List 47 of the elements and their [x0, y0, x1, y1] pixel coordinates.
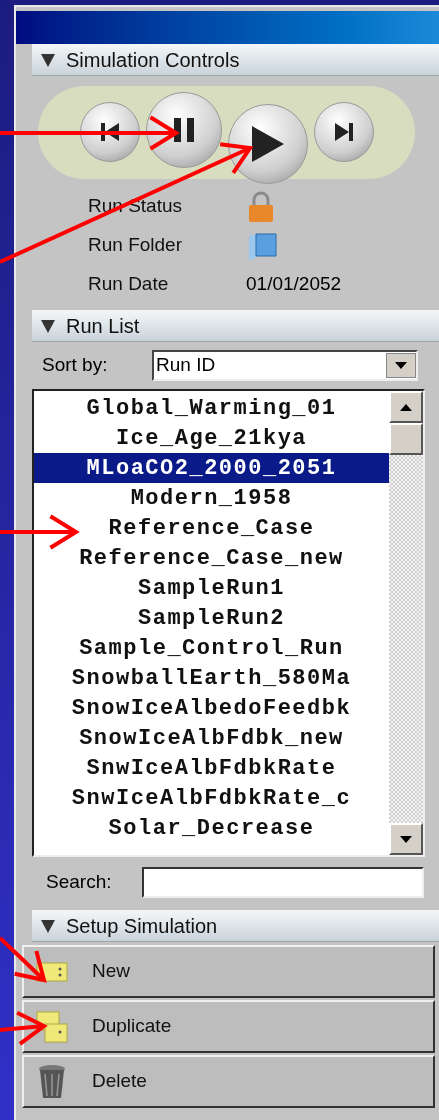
section-header[interactable]: Setup Simulation	[32, 910, 439, 942]
run-list-item[interactable]: SnowballEarth_580Ma	[34, 663, 389, 693]
search-field[interactable]	[142, 867, 424, 898]
padlock-icon	[246, 190, 276, 223]
scroll-thumb[interactable]	[389, 423, 423, 455]
field-label: Run Folder	[88, 233, 183, 258]
sort-dropdown[interactable]: Run ID	[152, 350, 418, 381]
section-title: Run List	[66, 313, 140, 339]
run-list-item[interactable]: Sample_Control_Run	[34, 633, 389, 663]
scroll-up-button[interactable]	[389, 391, 423, 423]
section-title: Setup Simulation	[66, 913, 218, 939]
run-list-item[interactable]: Ice_Age_21kya	[34, 423, 389, 453]
scrollbar[interactable]	[389, 391, 423, 855]
sort-label: Sort by:	[42, 353, 109, 378]
search-label: Search:	[46, 870, 113, 895]
run-list-item[interactable]: SampleRun2	[34, 603, 389, 633]
section-header[interactable]: Simulation Controls	[32, 44, 439, 76]
skip-forward-icon	[332, 121, 355, 143]
section-header[interactable]: Run List	[32, 310, 439, 342]
run-list-item[interactable]: SnowIceAlbedoFeedbk	[34, 693, 389, 723]
run-list-item[interactable]: Reference_Case	[34, 513, 389, 543]
setup-button[interactable]: New	[22, 945, 435, 998]
run-list-item[interactable]: SnwIceAlbFdbkRate	[34, 753, 389, 783]
section-title: Simulation Controls	[66, 47, 240, 73]
setup-button[interactable]: Duplicate	[22, 1000, 435, 1053]
run-list-item[interactable]: Reference_Case_new	[34, 543, 389, 573]
caret-icon	[400, 835, 412, 843]
folders-icon	[36, 1009, 68, 1044]
sort-value: Run ID	[155, 353, 217, 378]
run-date-value: 01/01/2052	[246, 272, 342, 297]
caret-icon	[400, 403, 412, 411]
run-list-item[interactable]: Solar_Decrease	[34, 813, 389, 843]
dropdown-button[interactable]	[386, 353, 416, 378]
field-label: Run Date	[88, 272, 170, 297]
caret-icon	[395, 362, 407, 369]
run-list-item[interactable]: SnowIceAlbFdbk_new	[34, 723, 389, 753]
scroll-down-button[interactable]	[389, 823, 423, 855]
setup-button[interactable]: Delete	[22, 1055, 435, 1108]
run-list-item[interactable]: SampleRun1	[34, 573, 389, 603]
skip-back-icon	[98, 121, 121, 143]
run-list-item[interactable]: Global_Warming_01	[34, 393, 389, 423]
run-list-item[interactable]: Modern_1958	[34, 483, 389, 513]
pause-icon	[171, 117, 196, 143]
play-icon	[249, 125, 286, 163]
run-list-item[interactable]: MLoaCO2_2000_2051	[34, 453, 389, 483]
run-list-item[interactable]: SnwIceAlbFdbkRate_c	[34, 783, 389, 813]
trash-icon	[37, 1063, 67, 1100]
